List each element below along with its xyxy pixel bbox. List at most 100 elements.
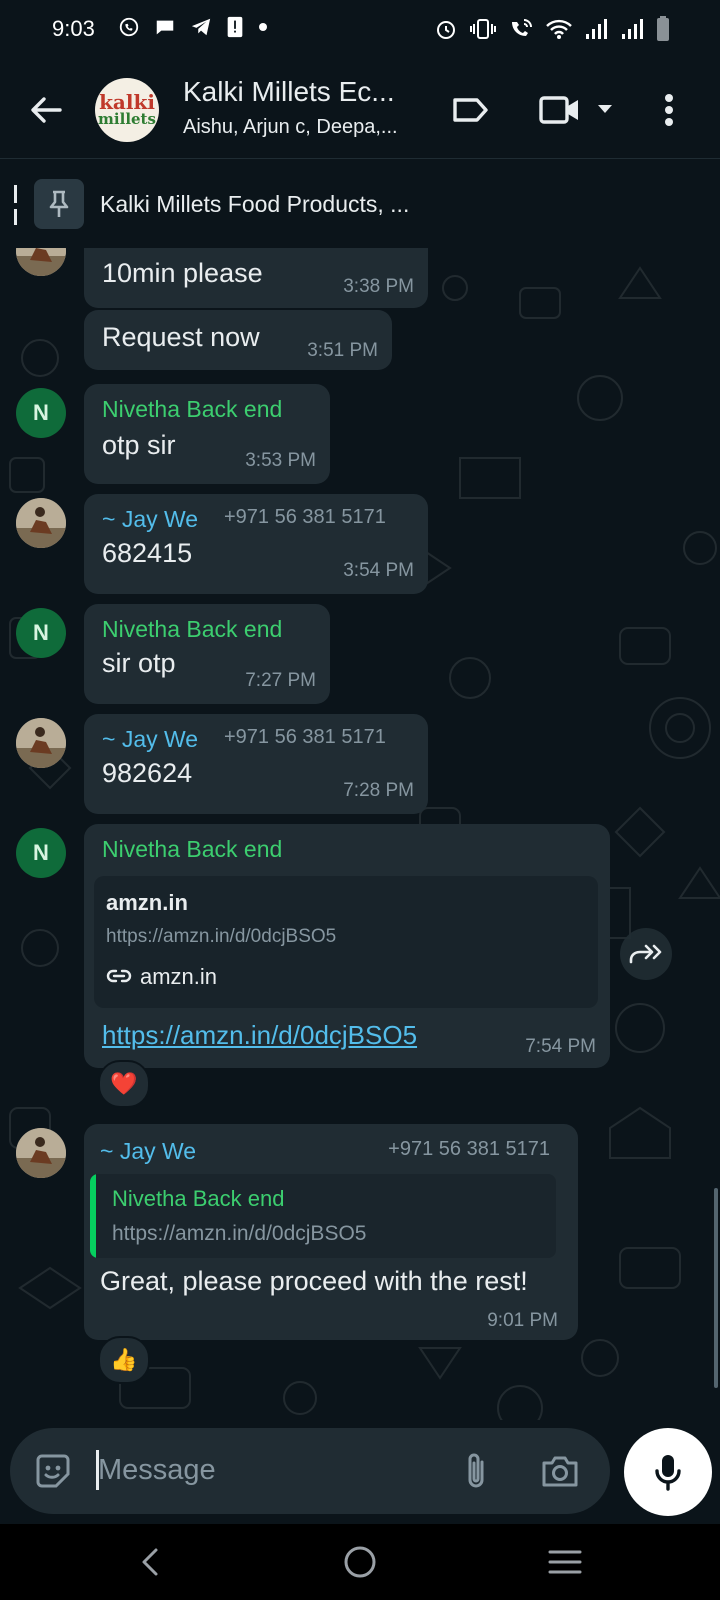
nav-back-icon[interactable]	[138, 1546, 162, 1578]
message-time: 7:54 PM	[525, 1036, 596, 1057]
sticker-emoji-icon[interactable]	[32, 1450, 74, 1492]
sender-name[interactable]: ~ Jay We	[102, 726, 198, 753]
reaction-emoji: 👍	[110, 1347, 138, 1372]
group-members[interactable]: Aishu, Arjun c, Deepa,...	[183, 116, 398, 139]
label-tag-icon[interactable]	[450, 90, 490, 130]
whatsapp-notification-icon	[119, 17, 139, 37]
sender-avatar-jay[interactable]	[16, 498, 66, 548]
message-text: 982624	[102, 758, 193, 788]
message-time: 3:54 PM	[343, 560, 414, 581]
more-options-icon[interactable]	[664, 90, 674, 130]
chat-bubble-icon	[156, 20, 174, 35]
pin-position-indicator	[14, 185, 17, 225]
signal-icon-1	[586, 19, 607, 39]
sender-name[interactable]: Nivetha Back end	[102, 616, 282, 643]
message-bubble[interactable]: Request now 3:51 PM	[84, 310, 392, 370]
sender-avatar-jay[interactable]	[16, 718, 66, 768]
group-avatar[interactable]: kalki millets	[95, 78, 159, 142]
sender-avatar-jay[interactable]	[16, 1128, 66, 1178]
message-text: Request now	[102, 322, 260, 352]
message-bubble[interactable]: 10min please 3:38 PM	[84, 248, 428, 308]
chat-header: kalki millets Kalki Millets Ec... Aishu,…	[0, 62, 720, 158]
quoted-message[interactable]: Nivetha Back end https://amzn.in/d/0dcjB…	[90, 1174, 556, 1258]
nav-recents-icon[interactable]	[548, 1548, 582, 1576]
link-preview-url: https://amzn.in/d/0dcjBSO5	[106, 926, 337, 947]
sender-name[interactable]: ~ Jay We	[100, 1138, 196, 1165]
battery-icon	[657, 16, 669, 41]
message-time: 3:38 PM	[343, 276, 414, 297]
link-preview-domain: amzn.in	[140, 964, 218, 989]
notification-icons	[118, 16, 268, 38]
message-bubble[interactable]: Nivetha Back end otp sir 3:53 PM	[84, 384, 330, 484]
pinned-message-bar[interactable]: Kalki Millets Food Products, ...	[0, 158, 720, 249]
sender-phone: +971 56 381 5171	[224, 726, 386, 748]
message-text: Great, please proceed with the rest!	[100, 1266, 528, 1296]
message-link[interactable]: https://amzn.in/d/0dcjBSO5	[102, 1020, 417, 1051]
sender-avatar-nivetha[interactable]: N	[16, 608, 66, 658]
scrollbar-thumb[interactable]	[714, 1188, 718, 1388]
sender-phone: +971 56 381 5171	[388, 1138, 550, 1160]
forward-icon	[629, 944, 662, 964]
avatar-initial: N	[33, 840, 49, 865]
signal-icon-2	[622, 19, 643, 39]
status-bar: 9:03	[0, 0, 720, 62]
avatar-initial: N	[33, 400, 49, 425]
message-text: 682415	[102, 538, 193, 568]
group-title[interactable]: Kalki Millets Ec...	[183, 76, 395, 108]
avatar-initial: N	[33, 620, 49, 645]
message-bubble[interactable]: ~ Jay We +971 56 381 5171 982624 7:28 PM	[84, 714, 428, 814]
message-time: 9:01 PM	[487, 1310, 558, 1331]
sender-name[interactable]: Nivetha Back end	[102, 396, 282, 423]
back-arrow-icon[interactable]	[26, 90, 66, 130]
link-preview-title: amzn.in	[106, 890, 188, 915]
sender-name[interactable]: Nivetha Back end	[102, 836, 282, 863]
message-input[interactable]: Message	[10, 1428, 610, 1514]
message-bubble-reply[interactable]: ~ Jay We +971 56 381 5171 Nivetha Back e…	[84, 1124, 578, 1340]
wifi-icon	[546, 19, 572, 39]
reaction-emoji: ❤️	[110, 1071, 138, 1096]
chevron-down-icon[interactable]	[596, 102, 614, 116]
sender-avatar-nivetha[interactable]: N	[16, 388, 66, 438]
system-icons	[434, 16, 670, 42]
message-time: 3:51 PM	[307, 340, 378, 361]
alert-icon	[227, 16, 243, 38]
alarm-icon	[437, 21, 455, 39]
message-text: sir otp	[102, 648, 176, 678]
video-call-icon[interactable]	[538, 90, 582, 130]
message-bubble[interactable]: ~ Jay We +971 56 381 5171 682415 3:54 PM	[84, 494, 428, 594]
message-text: otp sir	[102, 430, 176, 460]
message-placeholder: Message	[98, 1454, 216, 1486]
quoted-sender: Nivetha Back end	[112, 1186, 285, 1211]
message-time: 7:27 PM	[245, 670, 316, 691]
camera-icon[interactable]	[540, 1452, 580, 1490]
telegram-icon	[191, 18, 211, 36]
message-time: 7:28 PM	[343, 780, 414, 801]
link-preview-card[interactable]: amzn.in https://amzn.in/d/0dcjBSO5 amzn.…	[94, 876, 598, 1008]
vibrate-icon	[470, 19, 496, 39]
status-time: 9:03	[52, 16, 95, 41]
message-text: 10min please	[102, 258, 263, 288]
voice-message-button[interactable]	[624, 1428, 712, 1516]
avatar-logo-text-1: kalki	[99, 90, 155, 114]
quoted-text: https://amzn.in/d/0dcjBSO5	[112, 1222, 367, 1245]
compose-bar: Message	[0, 1420, 720, 1524]
pinned-message-text: Kalki Millets Food Products, ...	[100, 191, 410, 217]
reaction-thumbs-up[interactable]: 👍	[98, 1336, 150, 1384]
nav-home-icon[interactable]	[342, 1544, 378, 1580]
reaction-heart[interactable]: ❤️	[98, 1060, 150, 1108]
forward-button[interactable]	[620, 928, 672, 980]
quote-accent-bar	[90, 1174, 96, 1258]
sender-avatar-nivetha[interactable]: N	[16, 828, 66, 878]
message-time: 3:53 PM	[245, 450, 316, 471]
link-icon	[106, 969, 132, 983]
dot-icon	[259, 23, 267, 31]
message-bubble[interactable]: Nivetha Back end sir otp 7:27 PM	[84, 604, 330, 704]
message-bubble-link[interactable]: Nivetha Back end amzn.in https://amzn.in…	[84, 824, 610, 1068]
attach-icon[interactable]	[462, 1450, 490, 1492]
sender-name[interactable]: ~ Jay We	[102, 506, 198, 533]
chat-messages[interactable]: 10min please 3:38 PM Request now 3:51 PM…	[0, 248, 720, 1420]
wifi-call-icon	[512, 19, 532, 36]
pin-icon	[49, 190, 69, 217]
sender-phone: +971 56 381 5171	[224, 506, 386, 528]
avatar-logo-text-2: millets	[98, 110, 156, 128]
